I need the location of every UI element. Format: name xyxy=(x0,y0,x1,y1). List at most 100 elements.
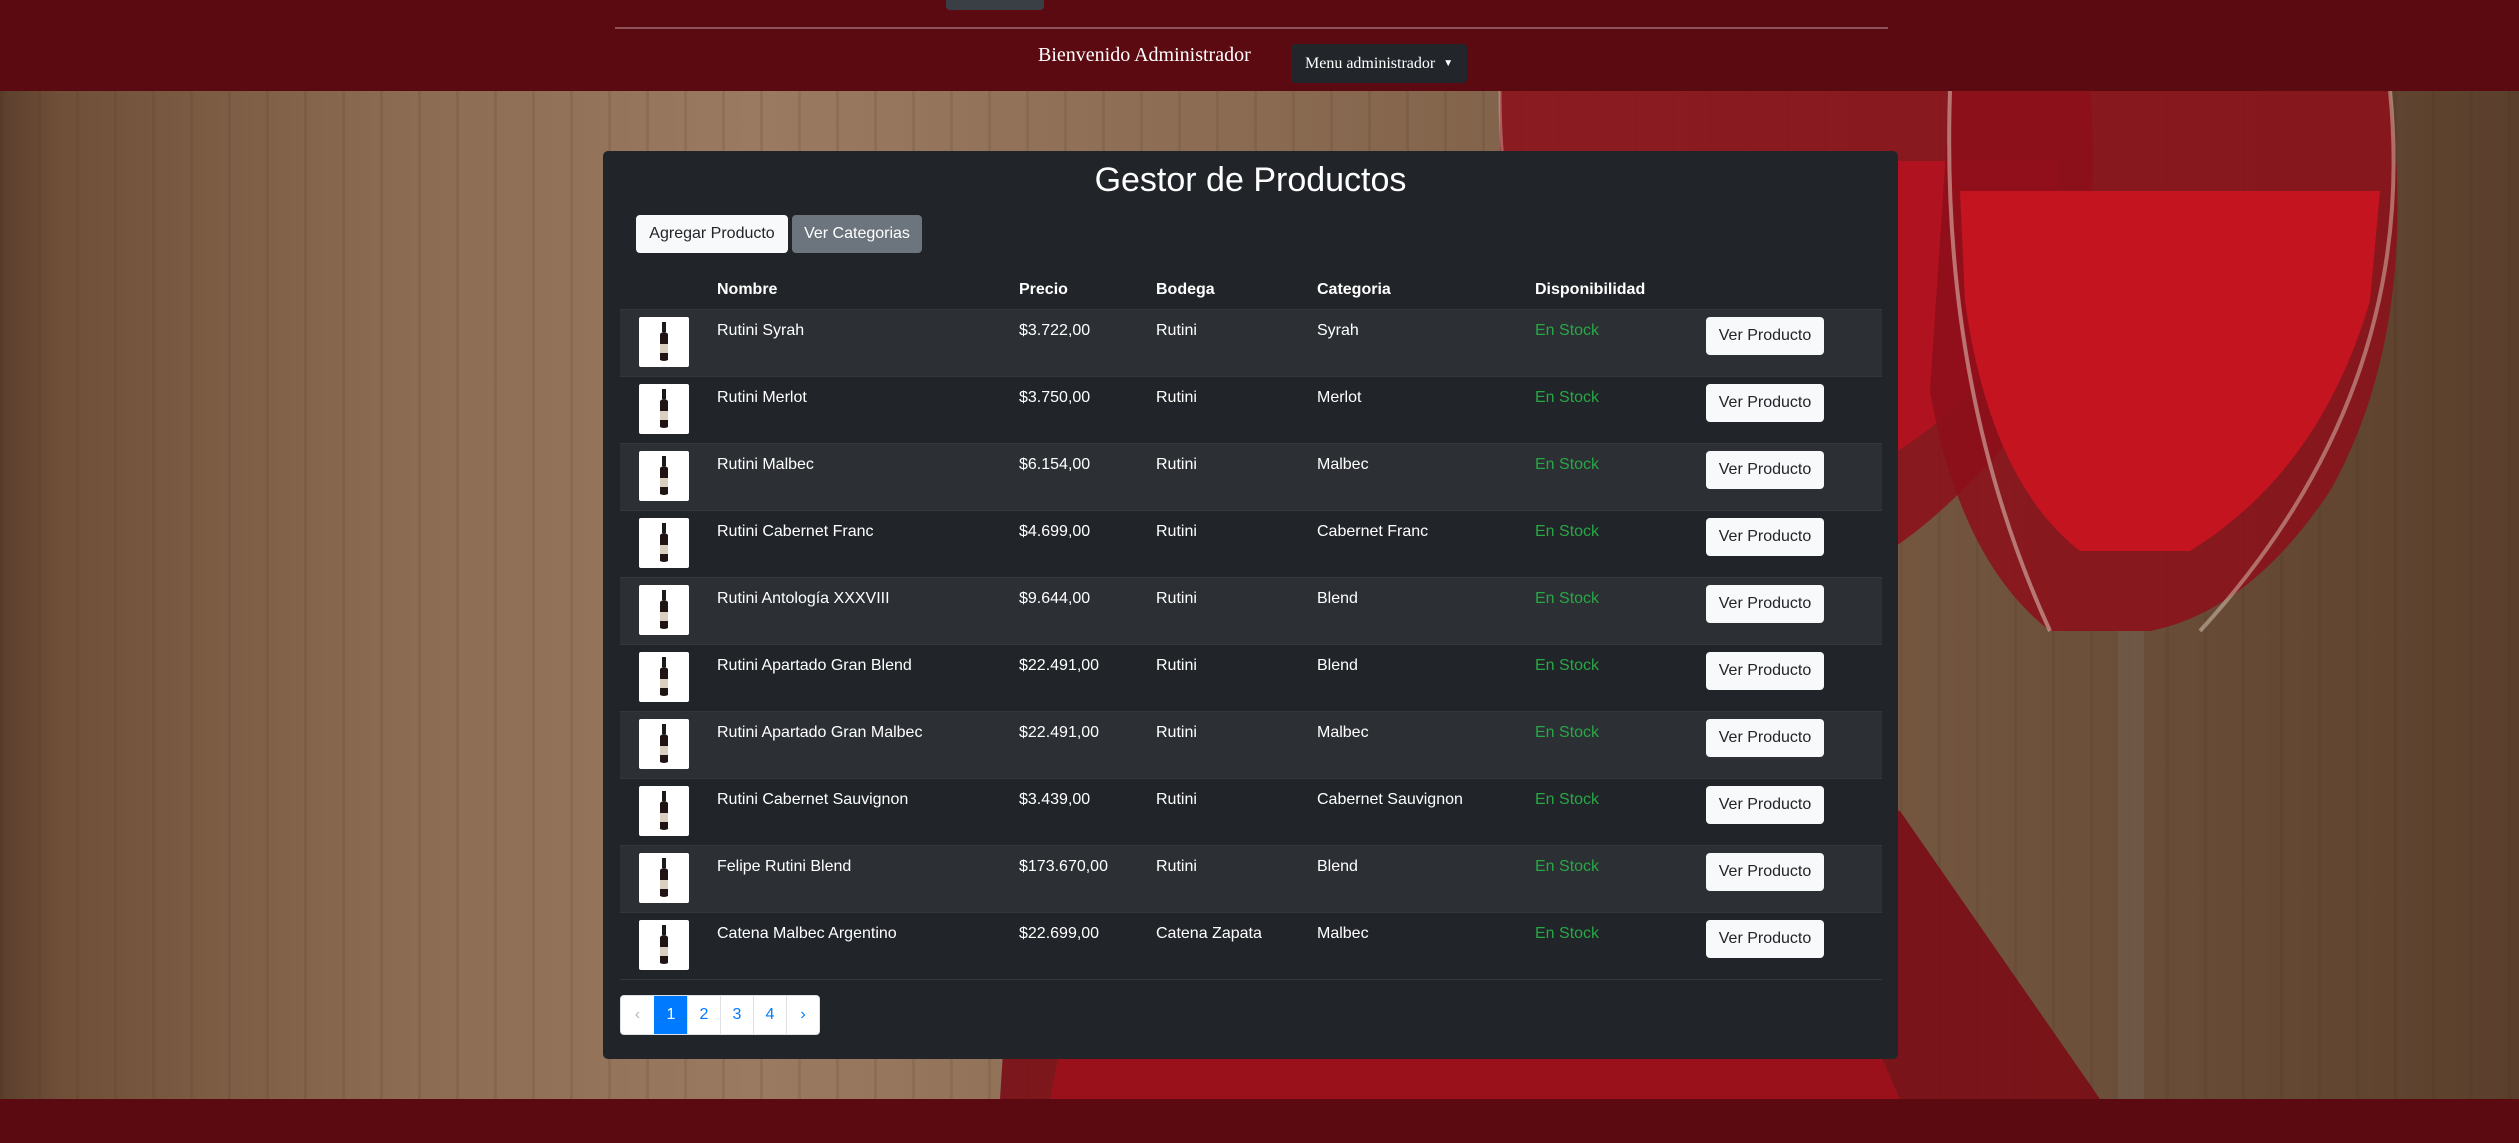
product-price-cell: $22.699,00 xyxy=(1019,912,1156,980)
product-price: $22.699,00 xyxy=(1019,925,1100,942)
product-availability-cell: En Stock xyxy=(1535,309,1706,377)
admin-menu-label: Menu administrador xyxy=(1305,54,1436,72)
product-action-cell: Ver Producto xyxy=(1706,376,1882,444)
pagination-next[interactable]: › xyxy=(786,996,819,1034)
product-name-cell: Rutini Antología XXXVIII xyxy=(717,577,1019,645)
pagination-page-3[interactable]: 3 xyxy=(720,996,753,1034)
availability-status: En Stock xyxy=(1535,590,1600,607)
availability-status: En Stock xyxy=(1535,322,1600,339)
product-price-cell: $22.491,00 xyxy=(1019,644,1156,712)
product-price-cell: $3.750,00 xyxy=(1019,376,1156,444)
pagination-page-2[interactable]: 2 xyxy=(687,996,720,1034)
table-row: Rutini Antología XXXVIII $9.644,00 Rutini B… xyxy=(620,577,1882,645)
product-price-cell: $9.644,00 xyxy=(1019,577,1156,645)
product-winery: Rutini xyxy=(1156,456,1197,473)
product-winery: Rutini xyxy=(1156,724,1197,741)
admin-menu-dropdown[interactable]: Menu administrador ▼ xyxy=(1291,44,1468,83)
wine-bottle-image xyxy=(639,317,689,367)
table-row: Rutini Syrah $3.722,00 Rutini Syrah En Stock… xyxy=(620,309,1882,377)
product-category-cell: Cabernet Sauvignon xyxy=(1317,778,1535,846)
product-price: $3.439,00 xyxy=(1019,791,1091,808)
product-name: Rutini Apartado Gran Malbec xyxy=(717,724,923,741)
view-categories-button[interactable]: Ver Categorias xyxy=(792,215,922,253)
product-winery-cell: Rutini xyxy=(1156,443,1317,511)
pagination-page-4[interactable]: 4 xyxy=(753,996,786,1034)
product-category-cell: Blend xyxy=(1317,577,1535,645)
product-winery-cell: Rutini xyxy=(1156,376,1317,444)
view-product-button[interactable]: Ver Producto xyxy=(1706,518,1824,556)
product-price: $6.154,00 xyxy=(1019,456,1091,473)
product-name: Rutini Cabernet Sauvignon xyxy=(717,791,909,808)
product-winery-cell: Rutini xyxy=(1156,577,1317,645)
product-winery: Rutini xyxy=(1156,389,1197,406)
product-winery-cell: Rutini xyxy=(1156,845,1317,913)
add-product-button[interactable]: Agregar Producto xyxy=(636,215,788,253)
header-disponibilidad: Disponibilidad xyxy=(1535,271,1706,310)
view-product-button[interactable]: Ver Producto xyxy=(1706,384,1824,422)
product-name-cell: Rutini Cabernet Franc xyxy=(717,510,1019,578)
product-image-cell xyxy=(620,577,717,645)
product-category-cell: Malbec xyxy=(1317,912,1535,980)
top-nav-tab[interactable] xyxy=(946,0,1044,10)
product-image-cell xyxy=(620,644,717,712)
availability-status: En Stock xyxy=(1535,389,1600,406)
product-manager-panel: Gestor de Productos Agregar Producto Ver… xyxy=(603,151,1898,1059)
product-action-cell: Ver Producto xyxy=(1706,912,1882,980)
product-action-cell: Ver Producto xyxy=(1706,510,1882,578)
product-action-cell: Ver Producto xyxy=(1706,711,1882,779)
wine-bottle-image xyxy=(639,585,689,635)
availability-status: En Stock xyxy=(1535,456,1600,473)
product-winery: Rutini xyxy=(1156,791,1197,808)
product-availability-cell: En Stock xyxy=(1535,577,1706,645)
product-image-cell xyxy=(620,510,717,578)
navbar-divider xyxy=(615,27,1888,29)
product-winery: Rutini xyxy=(1156,523,1197,540)
product-name-cell: Felipe Rutini Blend xyxy=(717,845,1019,913)
product-image-cell xyxy=(620,443,717,511)
table-row: Rutini Malbec $6.154,00 Rutini Malbec En Sto… xyxy=(620,443,1882,511)
view-product-button[interactable]: Ver Producto xyxy=(1706,786,1824,824)
caret-down-icon: ▼ xyxy=(1443,58,1454,69)
table-row: Rutini Apartado Gran Malbec $22.491,00 Rut… xyxy=(620,711,1882,779)
product-action-cell: Ver Producto xyxy=(1706,778,1882,846)
product-price: $3.750,00 xyxy=(1019,389,1091,406)
wine-bottle-image xyxy=(639,384,689,434)
header-categoria: Categoria xyxy=(1317,271,1535,310)
product-winery: Catena Zapata xyxy=(1156,925,1262,942)
footer xyxy=(0,1099,2519,1143)
product-category: Merlot xyxy=(1317,389,1362,406)
page-title: Gestor de Productos xyxy=(1094,161,1407,199)
product-category: Blend xyxy=(1317,858,1358,875)
view-product-button[interactable]: Ver Producto xyxy=(1706,853,1824,891)
view-product-button[interactable]: Ver Producto xyxy=(1706,585,1824,623)
product-name-cell: Catena Malbec Argentino xyxy=(717,912,1019,980)
product-action-cell: Ver Producto xyxy=(1706,845,1882,913)
view-product-button[interactable]: Ver Producto xyxy=(1706,451,1824,489)
product-name-cell: Rutini Syrah xyxy=(717,309,1019,377)
product-name: Rutini Apartado Gran Blend xyxy=(717,657,912,674)
header-image xyxy=(620,271,717,310)
product-price: $3.722,00 xyxy=(1019,322,1091,339)
product-availability-cell: En Stock xyxy=(1535,510,1706,578)
product-name: Rutini Malbec xyxy=(717,456,814,473)
wine-bottle-image xyxy=(639,518,689,568)
product-winery-cell: Rutini xyxy=(1156,778,1317,846)
availability-status: En Stock xyxy=(1535,724,1600,741)
view-product-button[interactable]: Ver Producto xyxy=(1706,920,1824,958)
product-action-cell: Ver Producto xyxy=(1706,644,1882,712)
pagination-page-1[interactable]: 1 xyxy=(654,996,687,1034)
product-price: $9.644,00 xyxy=(1019,590,1091,607)
wine-bottle-image xyxy=(639,652,689,702)
product-availability-cell: En Stock xyxy=(1535,443,1706,511)
product-price: $173.670,00 xyxy=(1019,858,1108,875)
product-category-cell: Syrah xyxy=(1317,309,1535,377)
header-bodega: Bodega xyxy=(1156,271,1317,310)
pagination-prev[interactable]: ‹ xyxy=(621,996,654,1034)
view-product-button[interactable]: Ver Producto xyxy=(1706,652,1824,690)
view-product-button[interactable]: Ver Producto xyxy=(1706,719,1824,757)
product-category: Syrah xyxy=(1317,322,1359,339)
product-winery-cell: Catena Zapata xyxy=(1156,912,1317,980)
view-product-button[interactable]: Ver Producto xyxy=(1706,317,1824,355)
product-price: $4.699,00 xyxy=(1019,523,1091,540)
wine-bottle-image xyxy=(639,451,689,501)
